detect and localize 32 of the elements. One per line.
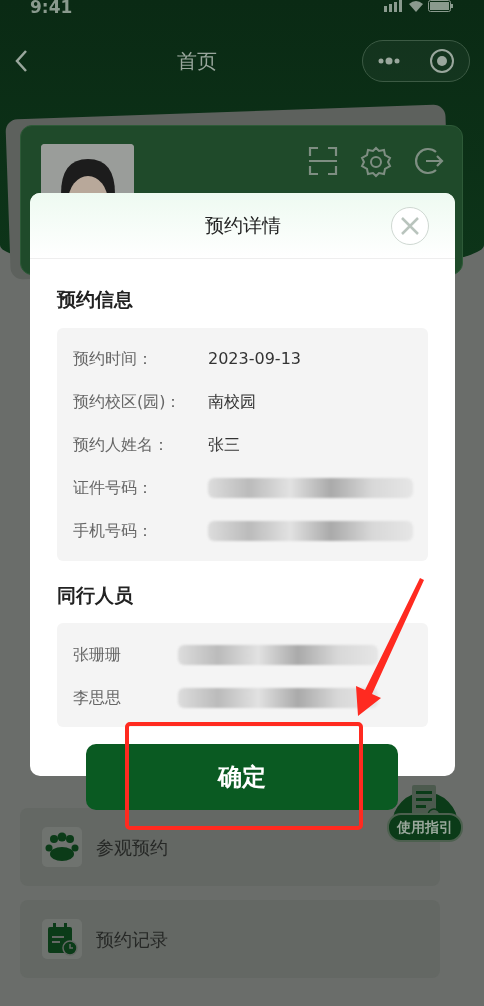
signal-icon (384, 0, 404, 12)
more-icon[interactable] (377, 57, 401, 65)
field-label: 李思思 (73, 686, 122, 709)
field-value: 张三 (208, 434, 240, 456)
section-title: 同行人员 (57, 582, 134, 608)
status-time: 9:41 (30, 0, 73, 14)
settings-icon[interactable] (360, 146, 392, 178)
calendar-icon (46, 922, 78, 956)
page-title: 首页 (177, 48, 217, 75)
menu-label: 预约记录 (96, 927, 168, 952)
field-label: 张珊珊 (73, 643, 122, 666)
confirm-button[interactable]: 确定 (86, 744, 398, 810)
scan-icon[interactable] (308, 146, 338, 176)
field-label: 预约时间： (73, 348, 154, 370)
wifi-icon (408, 0, 424, 12)
section-title: 预约信息 (57, 287, 134, 312)
group-icon (45, 832, 79, 862)
field-value: 2023-09-13 (208, 348, 301, 370)
close-icon (400, 216, 420, 236)
menu-label: 参观预约 (96, 835, 168, 860)
battery-icon (428, 0, 454, 12)
capsule-menu[interactable] (362, 40, 470, 82)
field-label: 预约校区(园)： (73, 391, 183, 413)
guide-button[interactable]: 使用指引 (387, 813, 463, 842)
field-label: 证件号码： (73, 477, 154, 499)
dialog-title: 预约详情 (204, 213, 281, 239)
field-value: 南校园 (208, 391, 256, 413)
target-icon[interactable] (429, 48, 455, 74)
field-label: 手机号码： (73, 520, 154, 542)
field-label: 预约人姓名： (73, 434, 170, 456)
menu-item[interactable]: 预约记录 (20, 900, 440, 978)
logout-icon[interactable] (414, 146, 444, 176)
